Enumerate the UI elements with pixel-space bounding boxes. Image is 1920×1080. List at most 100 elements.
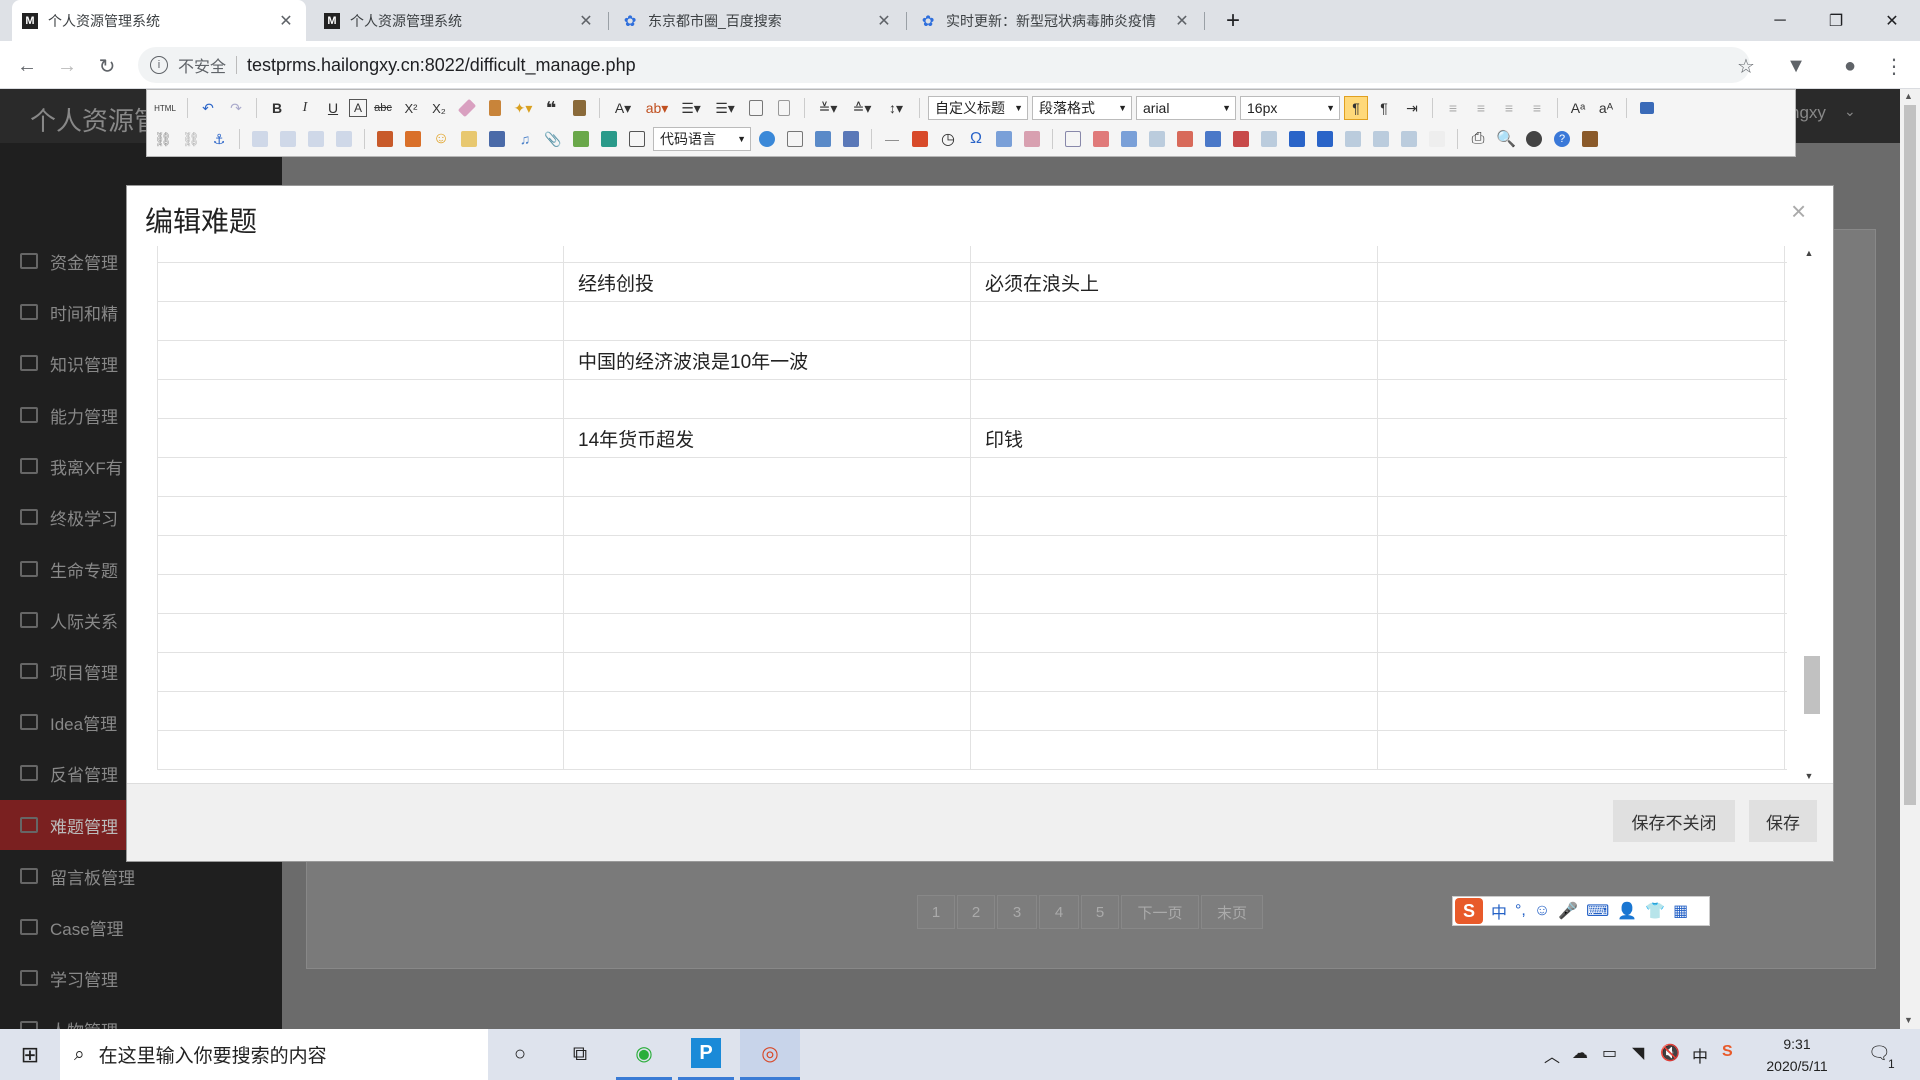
scrawl-icon[interactable] xyxy=(457,127,481,151)
table-cell[interactable]: 必须在浪头上 xyxy=(971,263,1378,301)
background-icon[interactable] xyxy=(811,127,835,151)
browser-tab[interactable]: ✿ 东京都市圈_百度搜索 ✕ xyxy=(612,0,904,41)
editor-content-area[interactable]: 经纬创投 必须在浪头上 中国的经济波浪是10年一波 14年货币超发 印钱 xyxy=(145,246,1795,783)
scrollbar-thumb[interactable] xyxy=(1804,656,1820,714)
sidebar-item[interactable]: 能力管理 xyxy=(20,390,118,440)
row-spacing-bottom-icon[interactable]: ≙▾ xyxy=(847,96,877,120)
scroll-up-arrow-icon[interactable]: ▲ xyxy=(1904,91,1913,101)
browser-tab[interactable]: M 个人资源管理系统 ✕ xyxy=(314,0,606,41)
url-text[interactable]: testprms.hailongxy.cn:8022/difficult_man… xyxy=(247,55,636,76)
table-cell[interactable] xyxy=(157,341,564,379)
table-cell[interactable] xyxy=(971,341,1378,379)
delete-row-icon[interactable] xyxy=(1173,127,1197,151)
wordimage-icon[interactable] xyxy=(1020,127,1044,151)
pagination-page[interactable]: 5 xyxy=(1081,895,1119,929)
insert-email-icon[interactable] xyxy=(744,96,768,120)
unordered-list-icon[interactable]: ☰▾ xyxy=(710,96,740,120)
insert-table-icon[interactable] xyxy=(1061,127,1085,151)
table-cell[interactable] xyxy=(157,263,564,301)
table-cell[interactable] xyxy=(971,497,1378,535)
table-cell[interactable] xyxy=(157,575,564,613)
table-cell[interactable]: 中国的经济波浪是10年一波 xyxy=(564,341,971,379)
browser-tab-active[interactable]: M 个人资源管理系统 ✕ xyxy=(12,0,306,41)
superscript-icon[interactable]: X² xyxy=(399,96,423,120)
table-cell[interactable] xyxy=(1378,458,1785,496)
table-cell[interactable] xyxy=(971,614,1378,652)
table-cell[interactable] xyxy=(971,302,1378,340)
insert-frame-icon[interactable] xyxy=(625,127,649,151)
format-brush-icon[interactable] xyxy=(483,96,507,120)
keyboard-icon[interactable]: ⌨ xyxy=(1586,901,1609,921)
scroll-up-arrow-icon[interactable]: ▲ xyxy=(1799,246,1819,260)
page-break-icon[interactable] xyxy=(783,127,807,151)
taskbar-clock[interactable]: 9:31 2020/5/11 xyxy=(1752,1033,1842,1077)
align-center-icon[interactable]: ≡ xyxy=(1469,96,1493,120)
sidebar-item[interactable]: 生命专题 xyxy=(20,544,118,594)
direction-rtl-icon[interactable]: ¶ xyxy=(1372,96,1396,120)
restore-window-button[interactable]: ❐ xyxy=(1806,0,1866,41)
editor-scrollbar[interactable]: ▲ ▼ xyxy=(1799,246,1820,783)
attachment-icon[interactable]: 📎 xyxy=(541,127,565,151)
wechat-icon[interactable]: ◉ xyxy=(616,1029,672,1080)
taskbar-search[interactable]: ⌕ 在这里输入你要搜索的内容 xyxy=(60,1029,488,1080)
new-tab-button[interactable]: + xyxy=(1208,0,1258,41)
image-center-icon[interactable] xyxy=(332,127,356,151)
image-left-icon[interactable] xyxy=(276,127,300,151)
tray-chevron-icon[interactable]: ︿ xyxy=(1544,1043,1560,1067)
table-cell[interactable] xyxy=(157,731,564,769)
onedrive-icon[interactable]: ☁ xyxy=(1572,1043,1588,1063)
input-language-icon[interactable]: 中 xyxy=(1692,1043,1708,1067)
table-cell[interactable] xyxy=(971,458,1378,496)
table-cell[interactable] xyxy=(157,419,564,457)
new-page-icon[interactable] xyxy=(772,96,796,120)
table-cell[interactable] xyxy=(564,575,971,613)
sidebar-item[interactable]: 知识管理 xyxy=(20,338,118,388)
table-cell[interactable] xyxy=(157,614,564,652)
underline-icon[interactable]: U xyxy=(321,96,345,120)
insert-image-icon[interactable] xyxy=(401,127,425,151)
table-cell[interactable] xyxy=(157,653,564,691)
indent-icon[interactable]: ⇥ xyxy=(1400,96,1424,120)
table-cell[interactable] xyxy=(1378,380,1785,418)
table-cell[interactable]: 经纬创投 xyxy=(564,263,971,301)
word-image-icon[interactable] xyxy=(839,127,863,151)
ime-toolbar[interactable]: S 中 °, ☺ 🎤 ⌨ 👤 👕 ▦ xyxy=(1452,896,1710,926)
insert-row-icon[interactable] xyxy=(1145,127,1169,151)
chart-icon[interactable] xyxy=(1425,127,1449,151)
table-cell[interactable] xyxy=(157,497,564,535)
table-cell[interactable] xyxy=(564,731,971,769)
merge-down-icon[interactable] xyxy=(1313,127,1337,151)
cortana-icon[interactable]: ○ xyxy=(492,1029,548,1080)
delete-table-icon[interactable] xyxy=(1089,127,1113,151)
close-tab-icon[interactable]: ✕ xyxy=(276,11,296,31)
bookmark-star-icon[interactable]: ☆ xyxy=(1732,52,1760,80)
table-cell[interactable] xyxy=(971,536,1378,574)
profile-avatar-icon[interactable]: ● xyxy=(1836,52,1864,80)
pagination-last[interactable]: 末页 xyxy=(1201,895,1263,929)
table-cell[interactable] xyxy=(971,692,1378,730)
image-right-icon[interactable] xyxy=(304,127,328,151)
merge-right-icon[interactable] xyxy=(1285,127,1309,151)
bold-icon[interactable]: B xyxy=(265,96,289,120)
image-none-icon[interactable] xyxy=(248,127,272,151)
code-language-select[interactable]: 代码语言 ▼ xyxy=(653,127,751,151)
eraser-icon[interactable] xyxy=(455,96,479,120)
table-cell[interactable] xyxy=(157,246,564,262)
paragraph-format-select[interactable]: 段落格式 ▼ xyxy=(1032,96,1132,120)
map-icon[interactable] xyxy=(569,127,593,151)
simple-upload-icon[interactable] xyxy=(373,127,397,151)
highlight-color-icon[interactable]: ab▾ xyxy=(642,96,672,120)
scroll-down-arrow-icon[interactable]: ▼ xyxy=(1799,769,1819,783)
link-icon[interactable]: ⛓ xyxy=(151,127,175,151)
table-cell[interactable] xyxy=(1378,575,1785,613)
redo-icon[interactable]: ↷ xyxy=(224,96,248,120)
table-cell[interactable] xyxy=(564,536,971,574)
fullscreen-icon[interactable] xyxy=(1635,96,1659,120)
table-cell[interactable] xyxy=(1378,536,1785,574)
reload-icon[interactable]: ↻ xyxy=(94,53,120,79)
font-size-select[interactable]: 16px ▼ xyxy=(1240,96,1340,120)
snapscreen-icon[interactable] xyxy=(992,127,1016,151)
task-view-icon[interactable]: ⧉ xyxy=(552,1029,608,1080)
windows-start-icon[interactable]: ⊞ xyxy=(2,1029,58,1080)
table-cell[interactable] xyxy=(1378,341,1785,379)
